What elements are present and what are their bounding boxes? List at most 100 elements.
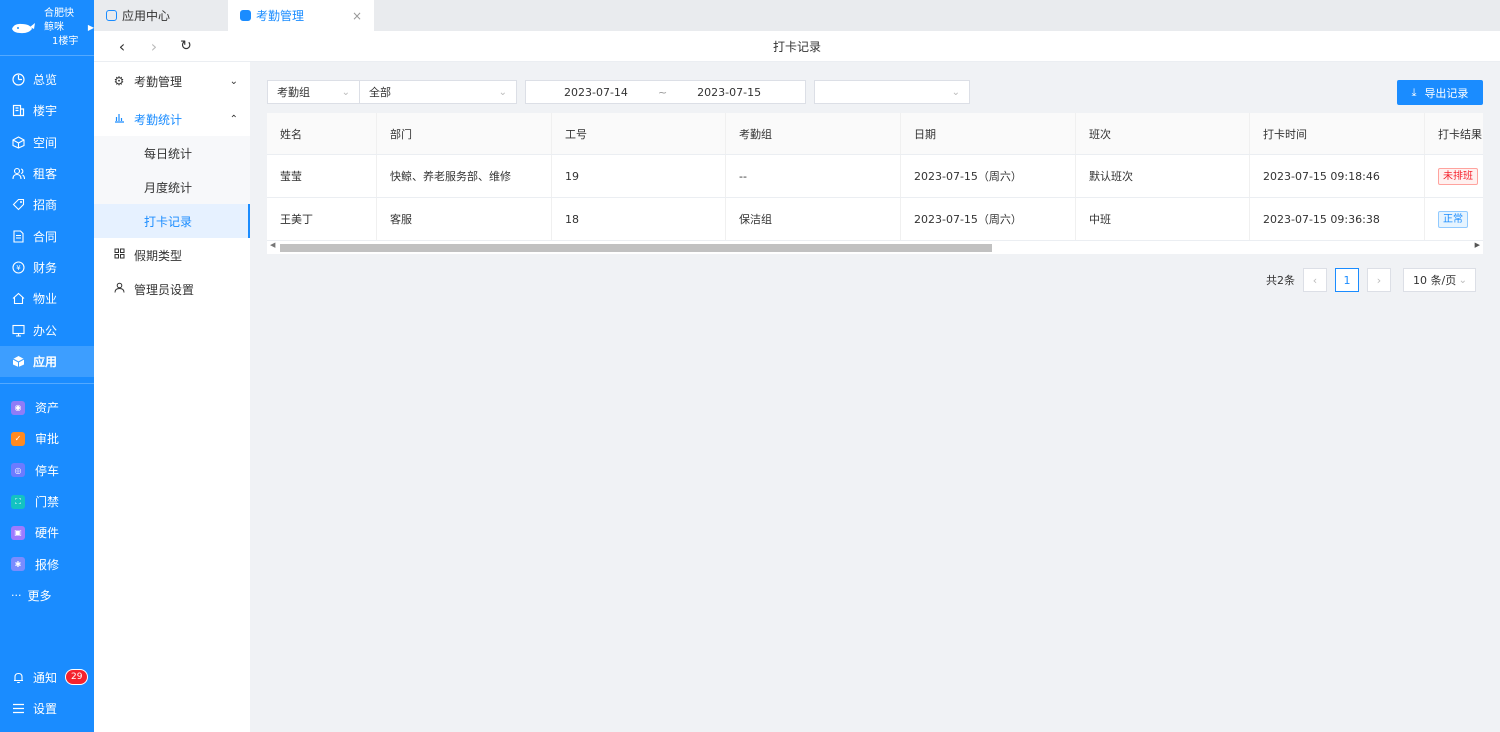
col-header: 部门 — [377, 113, 552, 154]
cell-time: 2023-07-15 09:36:38 — [1250, 198, 1425, 240]
result-tag-unscheduled: 未排班 — [1438, 167, 1478, 185]
date-end: 2023-07-15 — [697, 85, 762, 99]
nav-item-label: 通知 — [33, 670, 58, 685]
scroll-left-icon[interactable]: ◀ — [270, 241, 275, 249]
home-icon — [11, 292, 25, 306]
tab-attendance[interactable]: 考勤管理 × — [228, 0, 374, 31]
submenu-admin-settings[interactable]: 管理员设置 — [94, 272, 250, 306]
building-icon — [11, 104, 25, 118]
nav-settings[interactable]: 设置 — [0, 693, 94, 724]
cell-time: 2023-07-15 09:18:46 — [1250, 155, 1425, 197]
nav-app-repair[interactable]: ✱ 报修 — [0, 548, 94, 579]
nav-item-finance[interactable]: ¥ 财务 — [0, 252, 94, 283]
nav-app-access[interactable]: ⛶ 门禁 — [0, 486, 94, 517]
export-records-button[interactable]: ⤓ 导出记录 — [1397, 80, 1483, 105]
punch-records-table: 姓名 部门 工号 考勤组 日期 班次 打卡时间 打卡结果 莹莹 快鲸、养老服务部… — [267, 113, 1483, 254]
tab-app-center[interactable]: 应用中心 — [94, 0, 228, 31]
main-sidebar: 合肥快鲸咪 1楼宇 ▶ 总览 楼宇 空间 租客 招商 合同 ¥ 财务 物业 办公 — [0, 0, 94, 732]
attendance-tab-icon — [240, 10, 251, 21]
nav-notify[interactable]: 通知 29 — [0, 661, 94, 692]
parking-app-icon: ◎ — [11, 463, 25, 478]
scroll-right-icon[interactable]: ▶ — [1475, 241, 1480, 249]
chevron-down-icon: ⌄ — [1458, 274, 1467, 286]
col-header: 工号 — [552, 113, 726, 154]
nav-app-asset[interactable]: ◉ 资产 — [0, 392, 94, 423]
tab-label: 考勤管理 — [256, 9, 305, 23]
nav-item-label: 停车 — [35, 463, 60, 478]
nav-item-label: 资产 — [35, 401, 60, 416]
pagination: 共2条 ‹ 1 › 10 条/页 ⌄ — [1266, 268, 1476, 292]
page-size-select[interactable]: 10 条/页 ⌄ — [1403, 268, 1476, 292]
nav-item-property[interactable]: 物业 — [0, 283, 94, 314]
bar-chart-icon — [112, 112, 126, 126]
select-value: 全部 — [369, 86, 391, 99]
cell-dept: 快鲸、养老服务部、维修 — [377, 155, 552, 197]
date-range-picker[interactable]: 2023-07-14 ~ 2023-07-15 — [525, 80, 806, 104]
table-row: 莹莹 快鲸、养老服务部、维修 19 -- 2023-07-15（周六） 默认班次… — [267, 155, 1483, 198]
cell-id: 19 — [552, 155, 726, 197]
finance-icon: ¥ — [11, 260, 25, 274]
nav-item-label: 办公 — [33, 323, 58, 338]
brand-switcher[interactable]: 合肥快鲸咪 1楼宇 ▶ — [0, 0, 94, 56]
nav-item-office[interactable]: 办公 — [0, 314, 94, 345]
nav-item-label: 硬件 — [35, 526, 60, 541]
notify-count-badge: 29 — [65, 669, 89, 686]
date-separator: ~ — [657, 85, 668, 99]
submenu-attendance-stats[interactable]: 考勤统计 ⌃ — [94, 102, 250, 136]
horizontal-scrollbar[interactable]: ◀ ▶ — [267, 241, 1483, 254]
nav-app-approval[interactable]: ✓ 审批 — [0, 423, 94, 454]
nav-item-label: 租客 — [33, 167, 58, 182]
nav-app-hardware[interactable]: ▣ 硬件 — [0, 517, 94, 548]
download-icon: ⤓ — [1411, 85, 1417, 99]
nav-app-parking[interactable]: ◎ 停车 — [0, 455, 94, 486]
select-value: 考勤组 — [277, 86, 310, 99]
tab-label: 应用中心 — [122, 9, 171, 23]
nav-item-space[interactable]: 空间 — [0, 127, 94, 158]
submenu-punch-records[interactable]: 打卡记录 — [94, 204, 250, 238]
submenu-label: 月度统计 — [144, 180, 193, 195]
total-count: 共2条 — [1266, 274, 1295, 287]
nav-item-label: 审批 — [35, 432, 60, 447]
app-center-icon — [106, 10, 117, 21]
extra-select[interactable]: ⌄ — [814, 80, 970, 104]
col-header: 考勤组 — [726, 113, 901, 154]
table-row: 王美丁 客服 18 保洁组 2023-07-15（周六） 中班 2023-07-… — [267, 198, 1483, 241]
nav-item-investment[interactable]: 招商 — [0, 189, 94, 220]
scrollbar-thumb[interactable] — [280, 244, 992, 252]
submenu-label: 考勤统计 — [134, 112, 183, 127]
nav-item-label: 财务 — [33, 260, 58, 275]
nav-item-tenant[interactable]: 租客 — [0, 158, 94, 189]
group-type-select[interactable]: 考勤组 ⌄ — [267, 80, 360, 104]
nav-item-overview[interactable]: 总览 — [0, 64, 94, 95]
col-header: 班次 — [1076, 113, 1250, 154]
col-header: 打卡结果 — [1438, 127, 1482, 141]
prev-page-button[interactable]: ‹ — [1303, 268, 1327, 292]
group-value-select[interactable]: 全部 ⌄ — [360, 80, 517, 104]
nav-item-building[interactable]: 楼宇 — [0, 95, 94, 126]
cell-date: 2023-07-15（周六） — [901, 155, 1076, 197]
close-icon[interactable]: × — [352, 9, 362, 23]
nav-item-contract[interactable]: 合同 — [0, 220, 94, 251]
submenu-attendance-mgmt[interactable]: ⚙ 考勤管理 ⌄ — [94, 64, 250, 98]
cell-dept: 客服 — [377, 198, 552, 240]
nav-item-apps[interactable]: 应用 — [0, 345, 94, 377]
nav-more[interactable]: ··· 更多 — [0, 580, 94, 611]
nav-divider — [0, 382, 94, 384]
chevron-down-icon: ⌄ — [498, 86, 507, 98]
submenu-monthly-stats[interactable]: 月度统计 — [94, 170, 250, 204]
next-page-button[interactable]: › — [1367, 268, 1391, 292]
chevron-down-icon: ⌄ — [341, 86, 350, 98]
tag-icon — [11, 198, 25, 212]
filter-bar: 考勤组 ⌄ 全部 ⌄ 2023-07-14 ~ 2023-07-15 ⌄ — [267, 80, 970, 104]
tab-bar: 应用中心 考勤管理 × — [94, 0, 1500, 31]
submenu-holiday-types[interactable]: 假期类型 — [94, 238, 250, 272]
cell-shift: 中班 — [1076, 198, 1250, 240]
page-title: 打卡记录 — [772, 39, 821, 54]
submenu-daily-stats[interactable]: 每日统计 — [94, 136, 250, 170]
svg-text:¥: ¥ — [16, 264, 21, 272]
asset-app-icon: ◉ — [11, 400, 25, 415]
page-number-button[interactable]: 1 — [1335, 268, 1359, 292]
cell-group: -- — [726, 155, 901, 197]
nav-item-label: 楼宇 — [33, 104, 58, 119]
submenu-label: 考勤管理 — [134, 74, 183, 89]
